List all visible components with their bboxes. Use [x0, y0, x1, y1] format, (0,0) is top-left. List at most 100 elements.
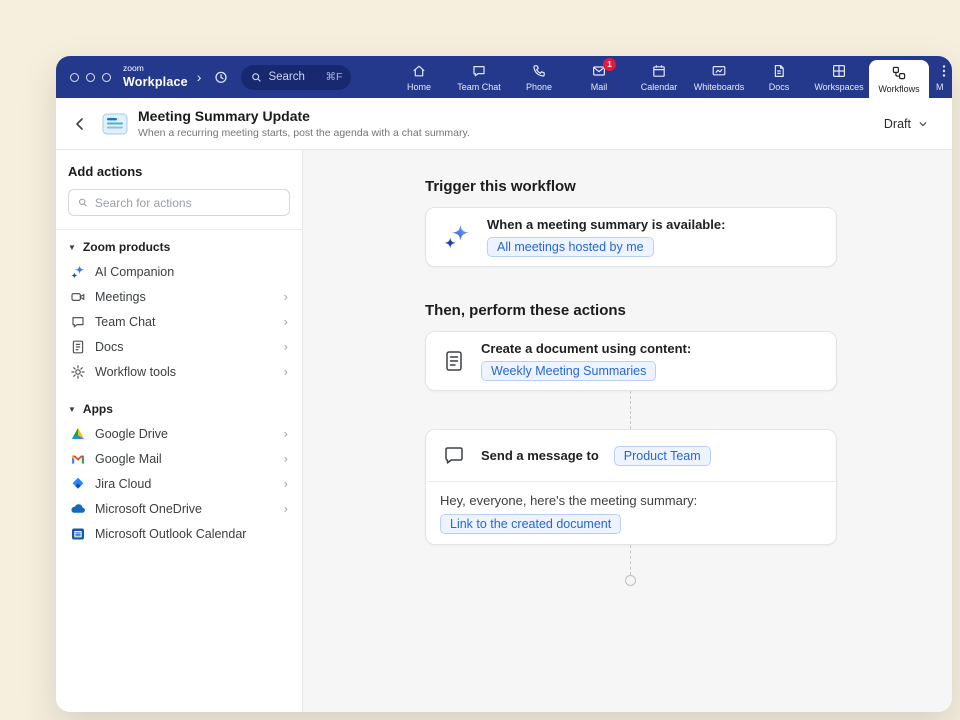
sidebar-item-label: Team Chat	[95, 315, 155, 329]
mail-unread-badge: 1	[603, 58, 616, 71]
connector-line	[630, 391, 631, 429]
chevron-left-icon	[72, 116, 88, 132]
sidebar-item-jira-cloud[interactable]: Jira Cloud ›	[68, 471, 290, 496]
create-document-text: Create a document using content:	[481, 341, 691, 356]
sidebar-item-google-mail[interactable]: Google Mail ›	[68, 446, 290, 471]
team-chat-icon	[471, 63, 487, 79]
send-message-card[interactable]: Send a message to Product Team Hey, ever…	[425, 429, 837, 545]
actions-sidebar: Add actions ▼ Zoom products AI Companion	[56, 150, 303, 712]
actions-heading: Then, perform these actions	[425, 302, 626, 319]
tab-home[interactable]: Home	[389, 56, 449, 98]
app-window: zoom Workplace › Search ⌘F Home Team Cha…	[56, 56, 952, 712]
window-control-dot[interactable]	[86, 73, 95, 82]
tab-label: Calendar	[641, 82, 678, 92]
chevron-right-icon: ›	[284, 502, 288, 515]
search-icon	[250, 71, 263, 84]
sidebar-item-ai-companion[interactable]: AI Companion	[68, 259, 290, 284]
search-label: Search	[268, 71, 304, 83]
home-icon	[411, 63, 427, 79]
document-content-pill[interactable]: Weekly Meeting Summaries	[481, 361, 656, 381]
sidebar-item-label: Meetings	[95, 290, 146, 304]
document-icon	[70, 339, 86, 355]
docs-icon	[771, 63, 787, 79]
section-zoom-products[interactable]: ▼ Zoom products	[68, 240, 290, 254]
trigger-scope-pill[interactable]: All meetings hosted by me	[487, 237, 654, 257]
tab-whiteboards[interactable]: Whiteboards	[689, 56, 749, 98]
phone-icon	[531, 63, 547, 79]
sidebar-item-docs[interactable]: Docs ›	[68, 334, 290, 359]
workflow-end-node	[625, 575, 636, 586]
tab-workspaces[interactable]: Workspaces	[809, 56, 869, 98]
whiteboards-icon	[711, 63, 727, 79]
brand-zoom: zoom	[123, 64, 188, 73]
create-document-card[interactable]: Create a document using content: Weekly …	[425, 331, 837, 391]
sidebar-item-label: Microsoft OneDrive	[95, 502, 202, 516]
gmail-icon	[70, 451, 86, 467]
workflow-title: Meeting Summary Update	[138, 108, 470, 124]
message-body: Hey, everyone, here's the meeting summar…	[426, 482, 836, 545]
sidebar-item-label: Google Mail	[95, 452, 162, 466]
tab-label: M	[936, 82, 944, 92]
tab-label: Whiteboards	[694, 82, 745, 92]
chevron-right-icon: ›	[284, 452, 288, 465]
status-dropdown[interactable]: Draft	[884, 117, 928, 131]
search-shortcut: ⌘F	[326, 71, 343, 83]
connector-line	[630, 545, 631, 575]
sidebar-item-meetings[interactable]: Meetings ›	[68, 284, 290, 309]
sidebar-item-label: Workflow tools	[95, 365, 176, 379]
recipient-pill[interactable]: Product Team	[614, 446, 711, 466]
sidebar-title: Add actions	[68, 164, 290, 179]
workspaces-icon	[831, 63, 847, 79]
trigger-card[interactable]: When a meeting summary is available: All…	[425, 207, 837, 267]
trigger-text: When a meeting summary is available:	[487, 217, 725, 232]
sidebar-item-microsoft-onedrive[interactable]: Microsoft OneDrive ›	[68, 496, 290, 521]
sidebar-item-microsoft-outlook-calendar[interactable]: Microsoft Outlook Calendar	[68, 521, 290, 546]
tab-label: Mail	[591, 82, 608, 92]
global-search-button[interactable]: Search ⌘F	[241, 65, 351, 90]
window-control-dot[interactable]	[102, 73, 111, 82]
sidebar-item-google-drive[interactable]: Google Drive ›	[68, 421, 290, 446]
video-camera-icon	[70, 289, 86, 305]
ai-sparkle-icon	[442, 222, 472, 252]
sidebar-item-label: Google Drive	[95, 427, 168, 441]
tab-more-partial[interactable]: M	[929, 56, 952, 98]
top-navbar: zoom Workplace › Search ⌘F Home Team Cha…	[56, 56, 952, 98]
workflow-thumbnail-icon	[102, 111, 128, 137]
sidebar-item-team-chat[interactable]: Team Chat ›	[68, 309, 290, 334]
mail-icon-wrapper: 1	[591, 63, 607, 79]
sidebar-item-workflow-tools[interactable]: Workflow tools ›	[68, 359, 290, 384]
chevron-right-icon: ›	[284, 477, 288, 490]
chevron-right-icon: ›	[284, 427, 288, 440]
tab-label: Phone	[526, 82, 552, 92]
sidebar-item-label: Docs	[95, 340, 123, 354]
actions-search-input[interactable]	[95, 196, 281, 210]
sidebar-item-label: Microsoft Outlook Calendar	[95, 527, 246, 541]
tab-phone[interactable]: Phone	[509, 56, 569, 98]
chevron-right-icon: ›	[284, 315, 288, 328]
document-lines-icon	[442, 349, 466, 373]
sidebar-item-label: Jira Cloud	[95, 477, 151, 491]
tab-mail[interactable]: 1 Mail	[569, 56, 629, 98]
workflow-canvas: Trigger this workflow When a meeting sum…	[303, 150, 952, 712]
section-apps[interactable]: ▼ Apps	[68, 402, 290, 416]
navbar-left-cluster: zoom Workplace › Search ⌘F	[56, 56, 351, 98]
tab-workflows[interactable]: Workflows	[869, 60, 929, 98]
brand-expand-chevron-icon[interactable]: ›	[197, 69, 202, 85]
sidebar-divider	[56, 229, 302, 230]
sidebar-item-label: AI Companion	[95, 265, 174, 279]
window-controls	[70, 73, 111, 82]
tab-calendar[interactable]: Calendar	[629, 56, 689, 98]
window-control-dot[interactable]	[70, 73, 79, 82]
gear-icon	[70, 364, 86, 380]
status-label: Draft	[884, 117, 911, 131]
tab-docs[interactable]: Docs	[749, 56, 809, 98]
tab-team-chat[interactable]: Team Chat	[449, 56, 509, 98]
message-link-pill[interactable]: Link to the created document	[440, 514, 621, 534]
send-message-text: Send a message to	[481, 448, 599, 463]
back-button[interactable]	[72, 116, 96, 132]
message-bubble-icon	[442, 444, 466, 468]
actions-search-box	[68, 189, 290, 216]
history-icon[interactable]	[210, 66, 232, 88]
outlook-calendar-icon	[70, 526, 86, 542]
google-drive-icon	[70, 426, 86, 442]
